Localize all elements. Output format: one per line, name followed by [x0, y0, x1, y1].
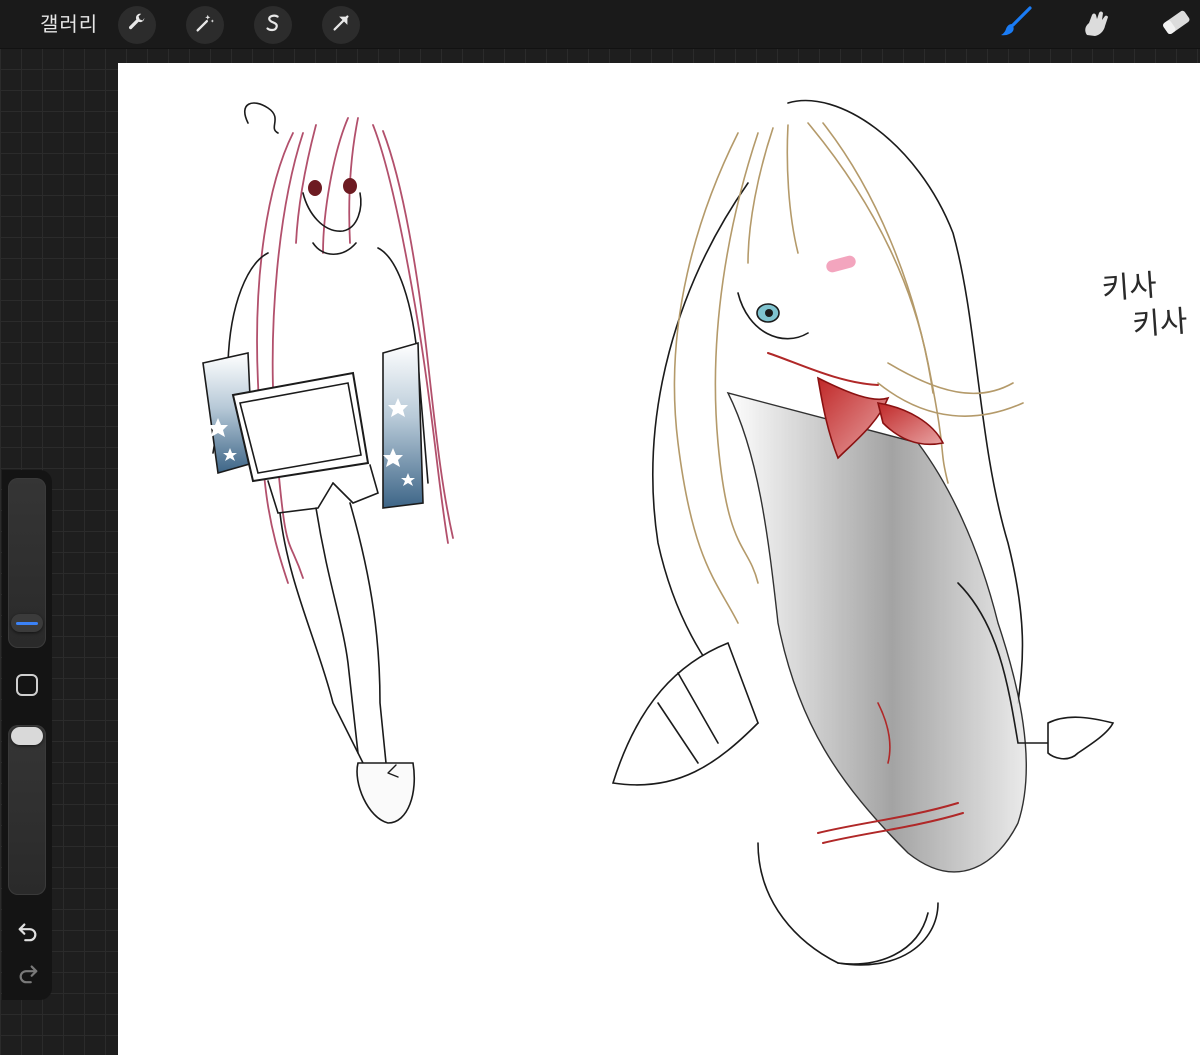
modify-button[interactable]: [16, 674, 38, 696]
top-toolbar: 갤러리: [0, 0, 1200, 49]
undo-icon: [17, 920, 39, 946]
right-character: [611, 99, 1115, 966]
adjustments-button[interactable]: [186, 6, 224, 44]
note-line-2: 키사: [1131, 304, 1189, 343]
brush-icon: [999, 5, 1033, 43]
redo-icon: [17, 962, 39, 988]
brush-size-indicator: [16, 621, 38, 625]
handwritten-note: 키사 키사: [1100, 265, 1189, 347]
arrow-cursor-icon: [330, 12, 352, 38]
brush-size-handle[interactable]: [11, 614, 43, 632]
brush-tool-button[interactable]: [998, 6, 1034, 42]
left-sidebar: [2, 470, 52, 1000]
drawing-canvas[interactable]: 키사 키사: [118, 63, 1200, 1055]
eraser-tool-button[interactable]: [1158, 6, 1194, 42]
transform-button[interactable]: [322, 6, 360, 44]
smudge-tool-button[interactable]: [1078, 6, 1114, 42]
selection-button[interactable]: [254, 6, 292, 44]
gallery-button[interactable]: 갤러리: [40, 10, 98, 38]
eraser-icon: [1159, 5, 1193, 43]
undo-button[interactable]: [15, 920, 41, 946]
wrench-icon: [126, 12, 148, 38]
note-line-1: 키사: [1100, 268, 1159, 307]
smudge-icon: [1079, 5, 1113, 43]
redo-button[interactable]: [15, 962, 41, 988]
opacity-handle[interactable]: [11, 727, 43, 745]
sketch-artwork: [202, 99, 1115, 966]
left-character: [202, 102, 454, 824]
opacity-slider[interactable]: [8, 725, 46, 895]
brush-size-slider[interactable]: [8, 478, 46, 648]
magic-wand-icon: [194, 12, 216, 38]
s-selection-icon: [262, 12, 284, 38]
actions-button[interactable]: [118, 6, 156, 44]
